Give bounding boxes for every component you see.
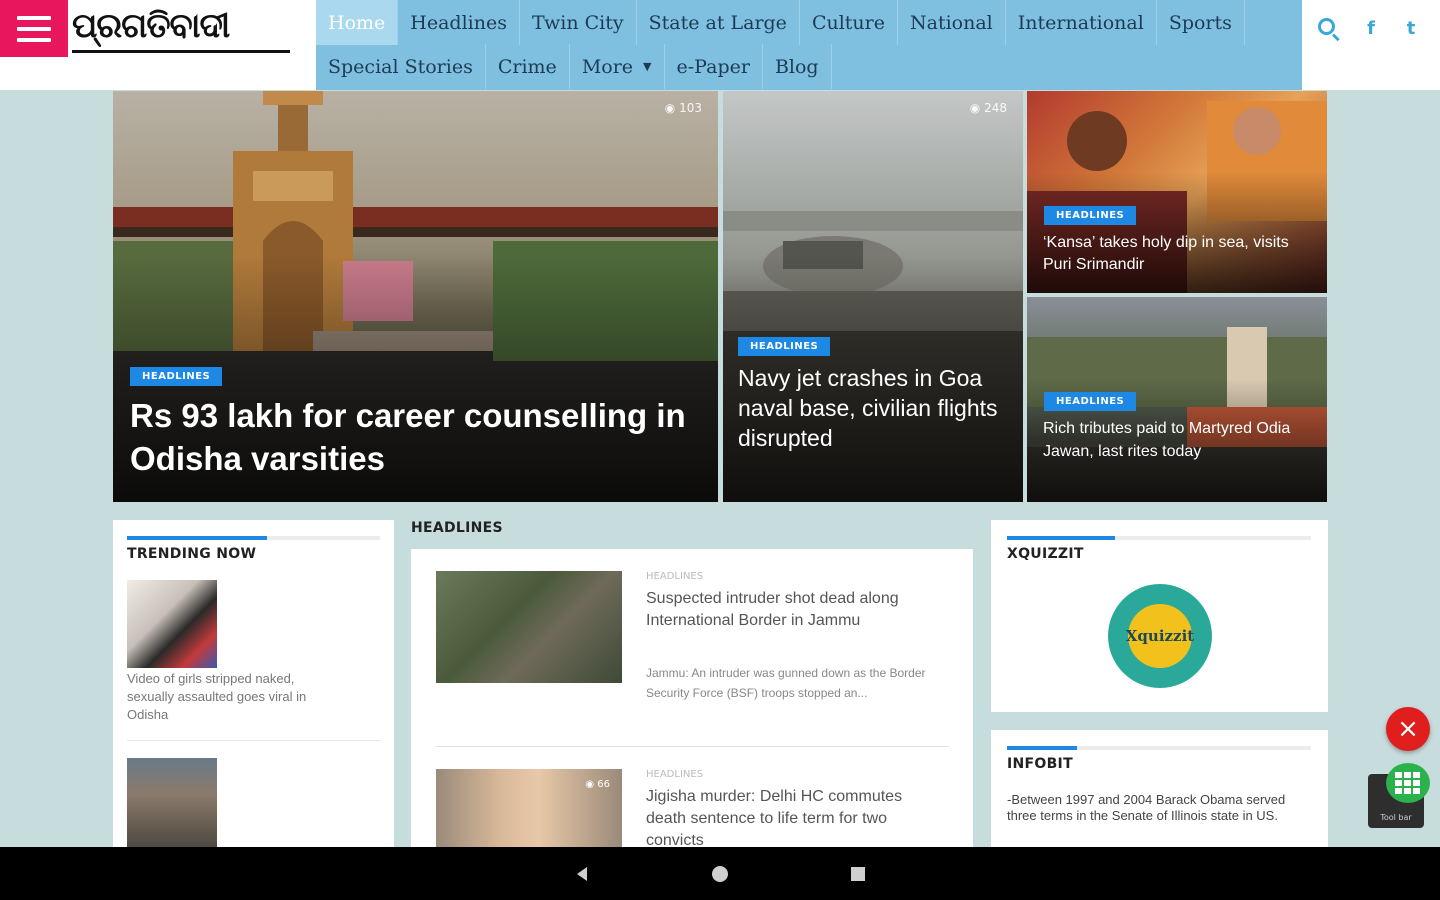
site-logo[interactable]: ପ୍ରଗତିବାଦୀ	[72, 2, 312, 60]
bulb-icon: Xquizzit	[1126, 604, 1194, 668]
divider	[127, 740, 380, 741]
nav-item-sports[interactable]: Sports	[1157, 0, 1245, 45]
search-icon[interactable]	[1316, 16, 1342, 42]
recents-icon[interactable]	[849, 865, 867, 883]
category-badge[interactable]: HEADLINES	[130, 367, 223, 386]
headline-item[interactable]: HEADLINES Suspected intruder shot dead a…	[436, 571, 951, 746]
trending-panel: TRENDING NOW Video of girls stripped nak…	[113, 520, 394, 850]
home-icon[interactable]	[711, 865, 729, 883]
grid-fab[interactable]	[1386, 763, 1430, 803]
headline-excerpt: Jammu: An intruder was gunned down as th…	[646, 666, 926, 700]
nav-item-special-stories[interactable]: Special Stories	[316, 44, 486, 89]
nav-item-more[interactable]: More ▼	[570, 44, 665, 89]
nav-item-national[interactable]: National	[898, 0, 1006, 45]
nav-item-e-paper[interactable]: e-Paper	[665, 44, 763, 89]
headline-title[interactable]: Jigisha murder: Delhi HC commutes death …	[646, 786, 946, 849]
nav-item-international[interactable]: International	[1006, 0, 1157, 45]
headline-category[interactable]: HEADLINES	[646, 769, 703, 780]
header-tools: f t	[1302, 0, 1440, 57]
view-count: ◉ 248	[969, 101, 1007, 115]
nav-item-headlines[interactable]: Headlines	[398, 0, 520, 45]
divider	[436, 746, 949, 747]
headline-thumb[interactable]	[436, 571, 622, 683]
hero-main-card[interactable]: ◉ 103 HEADLINES Rs 93 lakh for career co…	[113, 91, 718, 502]
menu-button[interactable]	[0, 0, 68, 57]
back-icon[interactable]	[573, 865, 591, 883]
view-count: ◉ 103	[664, 101, 702, 115]
xquizzit-panel: XQUIZZIT Xquizzit	[991, 520, 1328, 712]
close-fab[interactable]: ×	[1386, 707, 1430, 751]
trending-caption[interactable]: Video of girls stripped naked, sexually …	[127, 670, 317, 724]
trending-item[interactable]: Video of girls stripped naked, sexually …	[127, 580, 380, 724]
hero-middle-title[interactable]: Navy jet crashes in Goa naval base, civi…	[738, 363, 1013, 453]
trending-title: TRENDING NOW	[127, 546, 257, 562]
infobit-panel: INFOBIT -Between 1997 and 2004 Barack Ob…	[991, 730, 1328, 850]
twitter-icon[interactable]: t	[1400, 18, 1422, 39]
infobit-text: -Between 1997 and 2004 Barack Obama serv…	[1007, 792, 1286, 823]
logo-text: ପ୍ରଗତିବାଦୀ	[72, 2, 290, 53]
headline-thumb[interactable]: ◉ 66	[436, 769, 622, 849]
headlines-section-title: HEADLINES	[411, 520, 503, 536]
category-badge[interactable]: HEADLINES	[1044, 392, 1137, 411]
xquizzit-title: XQUIZZIT	[1007, 546, 1084, 562]
nav-item-culture[interactable]: Culture	[800, 0, 898, 45]
nav-item-state-at-large[interactable]: State at Large	[637, 0, 800, 45]
headline-category[interactable]: HEADLINES	[646, 571, 703, 582]
category-badge[interactable]: HEADLINES	[1044, 206, 1137, 225]
xquizzit-logo[interactable]: Xquizzit	[1108, 584, 1212, 688]
headline-title[interactable]: Suspected intruder shot dead along Inter…	[646, 588, 936, 632]
main-nav: Home Headlines Twin City State at Large Cult…	[316, 0, 1302, 90]
headline-item[interactable]: ◉ 66 HEADLINES Jigisha murder: Delhi HC …	[436, 769, 951, 849]
nav-row-2: Special Stories Crime More ▼ e-Paper Blog	[316, 44, 832, 89]
hero-bottom-right-title[interactable]: Rich tributes paid to Martyred Odia Jawa…	[1043, 417, 1293, 463]
facebook-icon[interactable]: f	[1360, 18, 1382, 39]
trending-thumb-2[interactable]	[127, 758, 217, 850]
hero-main-title[interactable]: Rs 93 lakh for career counselling in Odi…	[130, 394, 700, 480]
nav-item-blog[interactable]: Blog	[763, 44, 832, 89]
hero-middle-card[interactable]: ◉ 248 HEADLINES Navy jet crashes in Goa …	[723, 91, 1023, 502]
hamburger-icon	[17, 15, 51, 20]
grid-icon	[1395, 772, 1420, 794]
nav-item-home[interactable]: Home	[316, 0, 399, 45]
hero-top-right-card[interactable]: HEADLINES ‘Kansa’ takes holy dip in sea,…	[1027, 91, 1327, 293]
hero-bottom-right-card[interactable]: HEADLINES Rich tributes paid to Martyred…	[1027, 297, 1327, 502]
trending-thumb[interactable]	[127, 580, 217, 668]
nav-item-twin-city[interactable]: Twin City	[520, 0, 637, 45]
hero-top-right-title[interactable]: ‘Kansa’ takes holy dip in sea, visits Pu…	[1043, 232, 1318, 276]
nav-item-crime[interactable]: Crime	[486, 44, 570, 89]
view-count: ◉ 66	[585, 779, 610, 790]
infobit-title: INFOBIT	[1007, 756, 1073, 772]
site-header: ପ୍ରଗତିବାଦୀ Home Headlines Twin City State a…	[0, 0, 1440, 90]
chevron-down-icon: ▼	[643, 60, 652, 73]
android-nav-bar	[0, 847, 1440, 900]
headlines-panel: HEADLINES Suspected intruder shot dead a…	[411, 549, 973, 849]
close-icon: ×	[1397, 714, 1419, 744]
nav-row-1: Home Headlines Twin City State at Large Cult…	[316, 0, 1245, 45]
category-badge[interactable]: HEADLINES	[738, 337, 831, 356]
